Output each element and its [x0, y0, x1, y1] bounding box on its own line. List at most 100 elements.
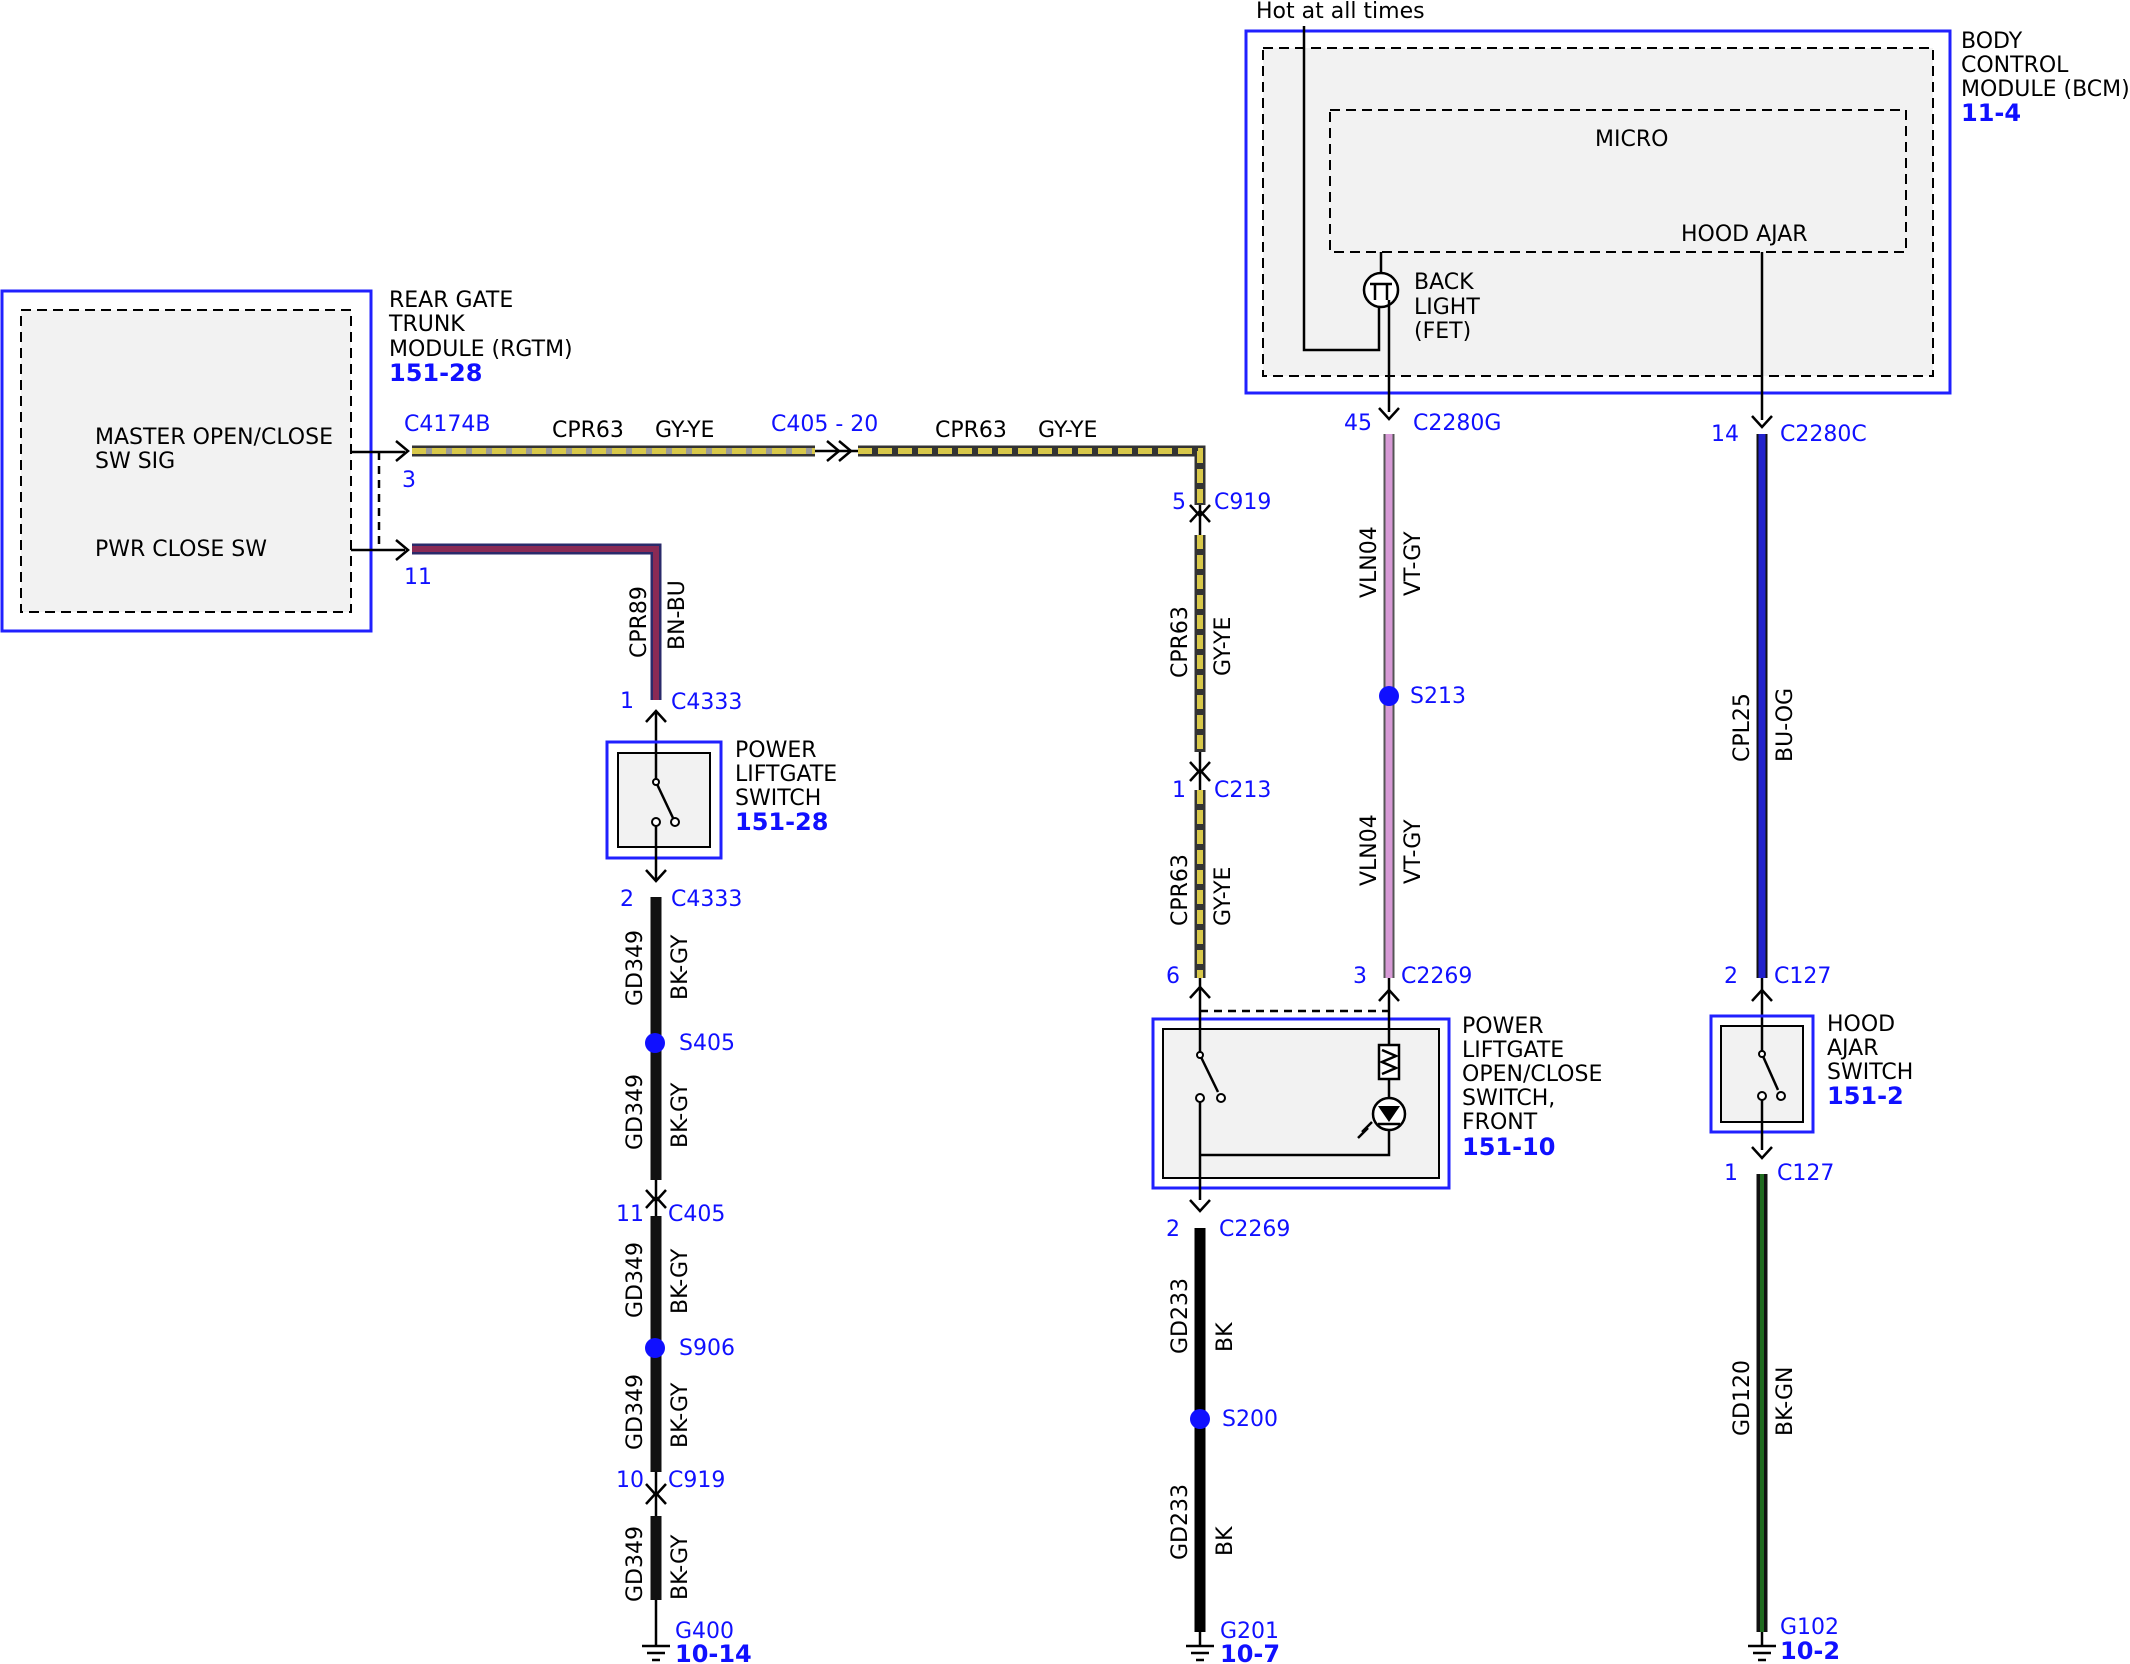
gyye-col2-label-1: GY-YE [1211, 617, 1236, 676]
resistor-icon [1377, 1043, 1401, 1081]
rgtm-inner [20, 309, 352, 613]
pwr-close-label: PWR CLOSE SW [95, 537, 267, 562]
bk-label-1: BK [1213, 1322, 1238, 1352]
bkgy-label-2: BK-GY [668, 1082, 693, 1148]
gd349-label-2: GD349 [623, 1074, 648, 1150]
c213-label: C213 [1214, 778, 1271, 803]
g201-ref[interactable]: 10-7 [1220, 1640, 1280, 1664]
bkgy-label-4: BK-GY [668, 1382, 693, 1448]
gd349-label-4: GD349 [623, 1374, 648, 1450]
c405-col1-label: C405 [668, 1202, 725, 1227]
ground-g400-icon [642, 1600, 670, 1662]
g400-ref[interactable]: 10-14 [675, 1640, 752, 1664]
rgtm-name-1: REAR GATE [389, 288, 513, 313]
plg-switch-name-2: LIFTGATE [735, 762, 837, 787]
c2280g-pin45: 45 [1344, 411, 1372, 436]
c919-col1-label: C919 [668, 1468, 725, 1493]
cpr63-b-label: CPR63 [935, 418, 1007, 443]
ground-g102-icon [1748, 1632, 1776, 1662]
hood-switch-ref[interactable]: 151-2 [1827, 1082, 1904, 1110]
plg-switch-ref[interactable]: 151-28 [735, 808, 828, 836]
bkgy-label-5: BK-GY [668, 1534, 693, 1600]
gd233-label-1: GD233 [1168, 1278, 1193, 1354]
c2269-pin6: 6 [1166, 964, 1180, 989]
c2269-pin2-chevron [1189, 1199, 1211, 1213]
bcm-ref[interactable]: 11-4 [1961, 99, 2021, 127]
c127-pin2: 2 [1724, 964, 1738, 989]
gd349-label-3: GD349 [623, 1242, 648, 1318]
c919-pin10: 10 [616, 1468, 644, 1493]
svg-text:LIGHT: LIGHT [1414, 295, 1480, 320]
hood-ajar-switch[interactable] [1709, 1014, 1815, 1150]
gyye-b-label: GY-YE [1038, 418, 1097, 443]
splice-s405 [645, 1033, 665, 1053]
g102-ref[interactable]: 10-2 [1780, 1637, 1840, 1664]
bcm-module: MICRO HOOD AJAR BACK LIGHT (FET) BODY CO… [1244, 26, 2130, 420]
c4333-pin2: 2 [620, 887, 634, 912]
bnbu-label: BN-BU [665, 580, 690, 650]
bcm-name-2: CONTROL [1961, 53, 2069, 78]
power-liftgate-open-close-switch[interactable] [1151, 1001, 1451, 1200]
hood-switch-name-2: AJAR [1827, 1036, 1879, 1061]
master-label-1: MASTER OPEN/CLOSE [95, 425, 333, 450]
c405-20-label: C405 - 20 [771, 412, 878, 437]
c127-top-label: C127 [1774, 964, 1831, 989]
power-liftgate-switch[interactable] [605, 740, 723, 860]
gd233-label-2: GD233 [1168, 1484, 1193, 1560]
bkgy-label-1: BK-GY [668, 934, 693, 1000]
front-switch-name-2: LIFTGATE [1462, 1038, 1564, 1063]
svg-text:BACK: BACK [1414, 270, 1474, 295]
s906-label: S906 [679, 1336, 735, 1361]
cpr63-a-label: CPR63 [552, 418, 624, 443]
master-label-2: SW SIG [95, 449, 175, 474]
hot-at-all-times-label: Hot at all times [1256, 0, 1425, 24]
c2269-pin2: 2 [1166, 1217, 1180, 1242]
vln04-label-2: VLN04 [1357, 814, 1382, 886]
front-switch-name-3: OPEN/CLOSE [1462, 1062, 1602, 1087]
front-switch-name-4: SWITCH, [1462, 1086, 1555, 1111]
s405-label: S405 [679, 1031, 735, 1056]
hood-switch-name-1: HOOD [1827, 1012, 1895, 1037]
c127-bot-label: C127 [1777, 1161, 1834, 1186]
c127-pin1: 1 [1724, 1161, 1738, 1186]
cpr89-wire [412, 543, 662, 700]
hood-ajar-label: HOOD AJAR [1681, 222, 1808, 247]
vtgy-label-2: VT-GY [1401, 819, 1426, 884]
c4333-bot-label: C4333 [671, 887, 742, 912]
front-switch-ref[interactable]: 151-10 [1462, 1133, 1555, 1161]
bcm-name-1: BODY [1961, 29, 2023, 54]
back-light-line-1: BACK [1414, 270, 1474, 295]
c405-pin11: 11 [616, 1202, 644, 1227]
rgtm-ref[interactable]: 151-28 [389, 359, 482, 387]
c2269-col3-label: C2269 [1401, 964, 1472, 989]
c2280g-label: C2280G [1413, 411, 1501, 436]
cpr63-col2-label-2: CPR63 [1168, 854, 1193, 926]
c919-col2-label: C919 [1214, 490, 1271, 515]
bkgy-label-3: BK-GY [668, 1248, 693, 1314]
cpr63-horizontal-wire [412, 445, 1206, 505]
rgtm-name-2: TRUNK [388, 312, 465, 337]
cpr89-label: CPR89 [627, 586, 652, 658]
splice-s213 [1379, 686, 1399, 706]
gd120-label: GD120 [1730, 1360, 1755, 1436]
cpl25-label: CPL25 [1730, 693, 1755, 762]
wiring-diagram: MICRO HOOD AJAR BACK LIGHT (FET) BODY CO… [0, 0, 2130, 1664]
gyye-a-label: GY-YE [655, 418, 714, 443]
plg-switch-name-1: POWER [735, 738, 817, 763]
rgtm-module: MASTER OPEN/CLOSE SW SIG PWR CLOSE SW RE… [0, 288, 573, 633]
s200-label: S200 [1222, 1407, 1278, 1432]
gd349-label-1: GD349 [623, 930, 648, 1006]
c2280c-pin14: 14 [1711, 422, 1739, 447]
ground-g201-icon [1186, 1632, 1214, 1662]
fet-icon [1362, 271, 1400, 309]
c4333-pin1: 1 [620, 689, 634, 714]
front-switch-name-5: FRONT [1462, 1110, 1538, 1135]
cpr63-col2-label-1: CPR63 [1168, 606, 1193, 678]
pin11-label: 11 [404, 565, 432, 590]
vln04-label-1: VLN04 [1357, 526, 1382, 598]
c2269-pin3: 3 [1353, 964, 1367, 989]
svg-text:(FET): (FET) [1414, 319, 1471, 344]
gyye-col2-label-2: GY-YE [1211, 867, 1236, 926]
vtgy-label-1: VT-GY [1401, 531, 1426, 596]
c213-pin1: 1 [1172, 778, 1186, 803]
